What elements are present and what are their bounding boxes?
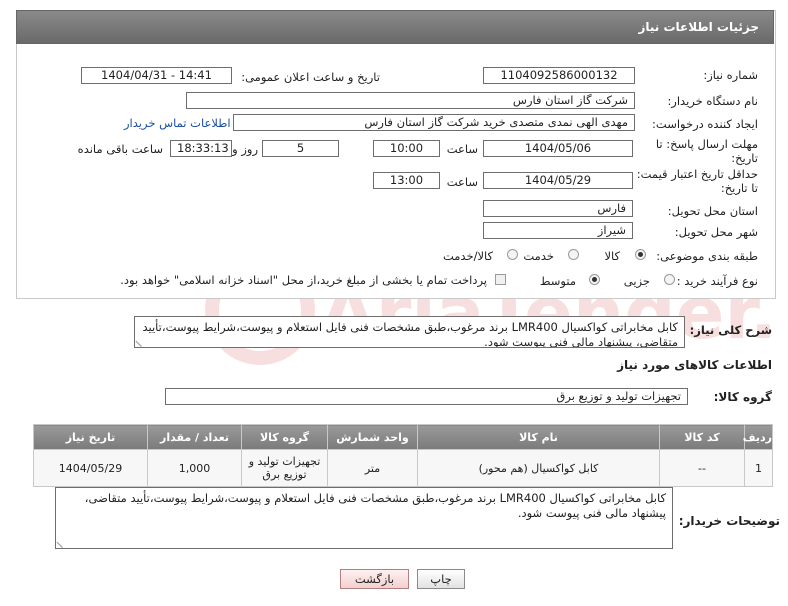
cell-row-number: 1 bbox=[744, 449, 773, 487]
price-validity-time-label: ساعت bbox=[446, 175, 478, 189]
purchase-type-radio-minor[interactable] bbox=[664, 274, 675, 285]
cell-goods-group: تجهیزات تولید و توزیع برق bbox=[241, 449, 328, 487]
category-radio-service[interactable] bbox=[568, 249, 579, 260]
goods-section-title: اطلاعات کالاهای مورد نیاز bbox=[617, 358, 772, 372]
cell-goods-name: کابل کواکسیال (هم محور) bbox=[417, 449, 660, 487]
reply-deadline-date-field[interactable]: 1404/05/06 bbox=[483, 140, 633, 157]
buyer-notes-label: توضیحات خریدار: bbox=[678, 514, 780, 528]
cell-quantity: 1,000 bbox=[147, 449, 242, 487]
reply-deadline-time-label: ساعت bbox=[446, 142, 478, 156]
purchase-type-option-minor: جزیی bbox=[623, 274, 650, 288]
price-validity-label-1: حداقل تاریخ اعتبار قیمت: bbox=[636, 167, 758, 181]
requester-label: ایجاد کننده درخواست: bbox=[652, 117, 758, 131]
price-validity-date-field[interactable]: 1404/05/29 bbox=[483, 172, 633, 189]
goods-table-header-row: ردیف کد کالا نام کالا واحد شمارش گروه کا… bbox=[33, 424, 773, 450]
remaining-time-label: ساعت باقی مانده bbox=[77, 142, 163, 156]
buyer-org-label: نام دستگاه خریدار: bbox=[667, 94, 758, 108]
back-button[interactable]: بازگشت bbox=[340, 569, 409, 589]
category-radio-goods[interactable] bbox=[635, 249, 646, 260]
buyer-notes-text: کابل مخابراتی کواکسیال LMR400 برند مرغوب… bbox=[84, 491, 666, 520]
col-row-number: ردیف bbox=[743, 424, 773, 450]
resize-handle-icon[interactable] bbox=[56, 535, 69, 548]
panel-title: جزئیات اطلاعات نیاز bbox=[638, 20, 759, 34]
col-quantity: تعداد / مقدار bbox=[147, 424, 242, 450]
col-need-date: تاریخ نیاز bbox=[33, 424, 148, 450]
delivery-city-label: شهر محل تحویل: bbox=[674, 225, 758, 239]
panel-header: جزئیات اطلاعات نیاز bbox=[16, 10, 774, 44]
need-number-field[interactable]: 1104092586000132 bbox=[483, 67, 635, 84]
col-goods-group: گروه کالا bbox=[241, 424, 328, 450]
purchase-type-option-medium: متوسط bbox=[539, 274, 576, 288]
description-text: کابل مخابراتی کواکسیال LMR400 برند مرغوب… bbox=[142, 320, 678, 348]
reply-deadline-label-1: مهلت ارسال پاسخ: تا bbox=[655, 137, 758, 151]
col-goods-name: نام کالا bbox=[417, 424, 660, 450]
cell-goods-code: -- bbox=[659, 449, 745, 487]
category-radio-goods-service[interactable] bbox=[507, 249, 518, 260]
need-number-label: شماره نیاز: bbox=[703, 68, 758, 82]
col-unit: واحد شمارش bbox=[327, 424, 418, 450]
print-button[interactable]: چاپ bbox=[417, 569, 465, 589]
purchase-type-label: نوع فرآیند خرید : bbox=[676, 274, 758, 288]
reply-deadline-time-field[interactable]: 10:00 bbox=[373, 140, 440, 157]
days-label: روز و bbox=[232, 142, 258, 156]
treasury-payment-note: پرداخت تمام یا بخشی از مبلغ خرید،از محل … bbox=[120, 273, 487, 287]
cell-unit: متر bbox=[327, 449, 418, 487]
reply-deadline-days-field[interactable]: 5 bbox=[262, 140, 339, 157]
cell-need-date: 1404/05/29 bbox=[33, 449, 148, 487]
table-row[interactable]: 1 -- کابل کواکسیال (هم محور) متر تجهیزات… bbox=[33, 449, 773, 487]
category-option-goods: کالا bbox=[604, 249, 620, 263]
remaining-time-field[interactable]: 18:33:13 bbox=[170, 140, 232, 157]
announce-datetime-field[interactable]: 1404/04/31 - 14:41 bbox=[81, 67, 232, 84]
buyer-notes-textarea[interactable]: کابل مخابراتی کواکسیال LMR400 برند مرغوب… bbox=[55, 487, 673, 549]
purchase-type-radio-medium[interactable] bbox=[589, 274, 600, 285]
announce-datetime-label: تاریخ و ساعت اعلان عمومی: bbox=[241, 70, 380, 84]
treasury-payment-checkbox[interactable] bbox=[495, 274, 506, 285]
buyer-org-field[interactable]: شرکت گاز استان فارس bbox=[186, 92, 635, 109]
description-label: شرح کلی نیاز: bbox=[689, 323, 772, 337]
delivery-city-field[interactable]: شیراز bbox=[483, 222, 633, 239]
price-validity-label-2: تا تاریخ: bbox=[720, 181, 758, 195]
requester-field[interactable]: مهدی الهی نمدی متصدی خرید شرکت گاز استان… bbox=[233, 114, 635, 131]
category-option-goods-service: کالا/خدمت bbox=[442, 249, 493, 263]
buyer-contact-link[interactable]: اطلاعات تماس خریدار bbox=[124, 116, 231, 130]
category-label: طبقه بندی موضوعی: bbox=[656, 249, 758, 263]
delivery-province-label: استان محل تحویل: bbox=[667, 204, 758, 218]
goods-table: ردیف کد کالا نام کالا واحد شمارش گروه کا… bbox=[33, 424, 773, 487]
goods-group-field[interactable]: تجهیزات تولید و توزیع برق bbox=[165, 388, 688, 405]
resize-handle-icon[interactable] bbox=[135, 334, 148, 347]
category-option-service: خدمت bbox=[523, 249, 554, 263]
description-textarea[interactable]: کابل مخابراتی کواکسیال LMR400 برند مرغوب… bbox=[134, 316, 685, 348]
delivery-province-field[interactable]: فارس bbox=[483, 200, 633, 217]
goods-group-label: گروه کالا: bbox=[713, 390, 772, 404]
price-validity-time-field[interactable]: 13:00 bbox=[373, 172, 440, 189]
reply-deadline-label-2: تاریخ: bbox=[731, 151, 758, 165]
col-goods-code: کد کالا bbox=[659, 424, 745, 450]
